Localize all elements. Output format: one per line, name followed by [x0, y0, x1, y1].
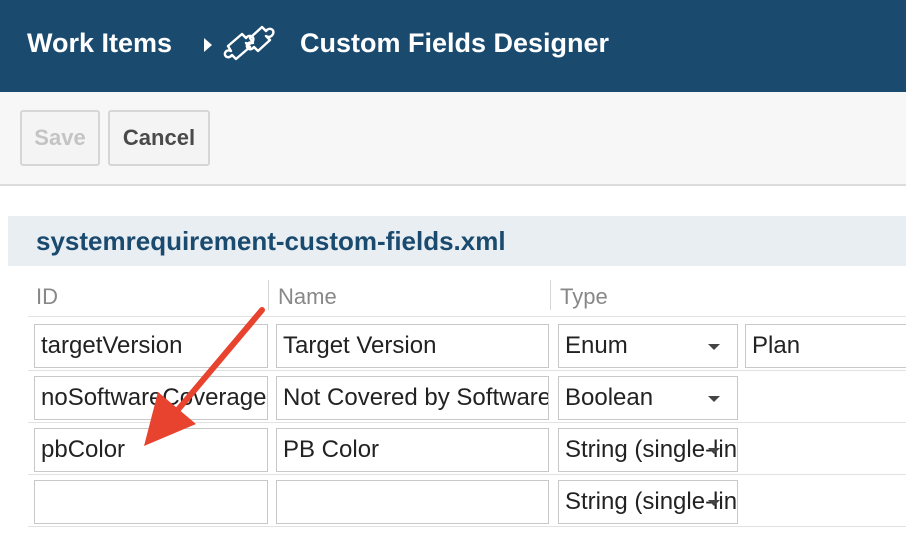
field-type-select[interactable]: String (single-line) [558, 428, 738, 472]
row-divider [28, 422, 906, 423]
page-title: Custom Fields Designer [300, 28, 610, 58]
breadcrumb-chevron-icon [202, 37, 214, 58]
file-section-header: systemrequirement-custom-fields.xml [8, 216, 906, 266]
column-divider [550, 280, 551, 310]
row-divider [28, 526, 906, 527]
row-divider [28, 370, 906, 371]
field-type-select[interactable]: String (single-line) [558, 480, 738, 524]
field-name-input[interactable] [276, 480, 549, 524]
save-button[interactable]: Save [20, 110, 100, 166]
field-id-input[interactable]: pbColor [34, 428, 268, 472]
caret-down-icon [708, 396, 720, 402]
field-type-value: Boolean [565, 384, 654, 411]
field-type-select[interactable]: Enum [558, 324, 738, 368]
column-divider [268, 280, 269, 310]
caret-down-icon [708, 448, 720, 454]
field-id-input[interactable]: noSoftwareCoverage [34, 376, 268, 420]
field-name-input[interactable]: PB Color [276, 428, 549, 472]
caret-down-icon [708, 344, 720, 350]
column-header-name: Name [278, 284, 337, 309]
field-name-input[interactable]: Not Covered by Software [276, 376, 549, 420]
breadcrumb-work-items[interactable]: Work Items [27, 28, 172, 59]
field-name-input[interactable]: Target Version [276, 324, 549, 368]
row-divider [28, 474, 906, 475]
field-id-input[interactable] [34, 480, 268, 524]
file-title: systemrequirement-custom-fields.xml [36, 226, 506, 256]
toolbar: Save Cancel [0, 92, 906, 186]
column-header-type: Type [560, 284, 608, 309]
field-id-input[interactable]: targetVersion [34, 324, 268, 368]
field-type-select[interactable]: Boolean [558, 376, 738, 420]
field-type-value: Enum [565, 332, 628, 359]
cancel-button[interactable]: Cancel [108, 110, 210, 166]
app-header: Work Items Custom Fields Designer [0, 0, 906, 92]
column-header-id: ID [36, 284, 58, 309]
puzzle-icon [222, 20, 282, 77]
enum-id-input[interactable]: Plan [745, 324, 906, 368]
row-divider [28, 316, 906, 317]
caret-down-icon [708, 500, 720, 506]
